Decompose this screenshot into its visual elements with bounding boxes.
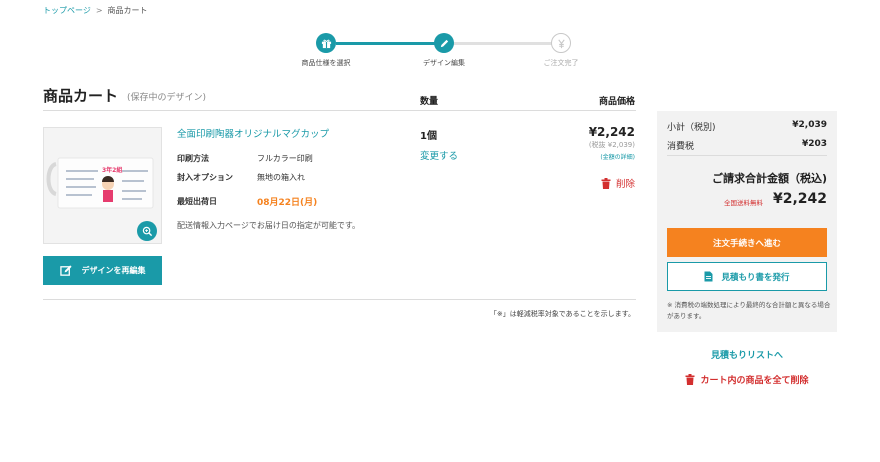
summary-divider (667, 155, 827, 156)
yen-icon (557, 39, 565, 48)
spec-value-print-method: フルカラー印刷 (257, 154, 313, 163)
checkout-button[interactable]: 注文手続きへ進む (667, 228, 827, 257)
re-edit-design-button[interactable]: デザインを再編集 (43, 256, 162, 285)
step-2-circle (434, 33, 454, 53)
step-1-label: 商品仕様を選択 (301, 59, 351, 67)
stepper-line-todo (444, 42, 561, 45)
step-3-label: ご注文完了 (543, 59, 579, 67)
free-shipping-label: 全国送料無料 (724, 199, 763, 207)
subtotal-label: 小計（税別) (667, 123, 716, 133)
product-name-link[interactable]: 全面印刷陶器オリジナルマグカップ (177, 126, 329, 140)
tax-value: ¥203 (801, 139, 827, 149)
page-title: 商品カート (43, 87, 119, 105)
edit-icon (59, 265, 72, 276)
item-price: ¥2,242 (588, 125, 635, 139)
delete-item-label: 削除 (615, 179, 635, 190)
spec-label-packaging: 封入オプション (177, 173, 233, 182)
spec-label-print-method: 印刷方法 (177, 154, 209, 163)
re-edit-design-label: デザインを再編集 (81, 266, 146, 275)
trash-icon (601, 177, 611, 189)
clear-cart-button[interactable]: カート内の商品を全て削除 (657, 373, 837, 386)
issue-estimate-label: 見積もり書を発行 (721, 272, 790, 283)
step-1-circle (316, 33, 336, 53)
change-quantity-link[interactable]: 変更する (420, 148, 458, 162)
total-heading: ご請求合計金額（税込) (711, 172, 827, 185)
delivery-note: 配送情報入力ページでお届け日の指定が可能です。 (177, 221, 361, 230)
trash-icon (685, 374, 695, 385)
total-amount: ¥2,242 (772, 191, 827, 207)
quantity-value: 1個 (420, 131, 437, 142)
document-icon (704, 271, 713, 282)
issue-estimate-button[interactable]: 見積もり書を発行 (667, 262, 827, 291)
spec-value-packaging: 無地の箱入れ (257, 173, 305, 182)
gift-icon (321, 39, 331, 48)
stepper-line-done (336, 42, 444, 45)
header-divider (43, 110, 636, 111)
spec-label-ship-date: 最短出荷日 (177, 197, 217, 206)
page-subtitle: (保存中のデザイン) (127, 93, 207, 103)
clear-cart-label: カート内の商品を全て削除 (700, 376, 809, 386)
rounding-note: ※ 消費税の端数処理により最終的な合計額と異なる場合があります。 (667, 301, 831, 320)
mug-print-text: 3年2組 (102, 166, 122, 174)
subtotal-value: ¥2,039 (792, 120, 827, 130)
estimate-list-link[interactable]: 見積もりリストへ (657, 348, 837, 361)
zoom-button[interactable] (137, 221, 157, 241)
price-detail-link[interactable]: (金額の詳細) (600, 152, 635, 161)
price-column-header: 商品価格 (598, 97, 635, 107)
reduced-tax-note: 「※」は軽減税率対象であることを示します。 (489, 310, 635, 318)
breadcrumb-current: 商品カート (107, 6, 148, 15)
breadcrumb-home-link[interactable]: トップページ (43, 6, 91, 15)
item-price-excl-tax: (税抜 ¥2,039) (588, 141, 635, 149)
breadcrumb: トップページ > 商品カート (43, 5, 148, 16)
step-2-label: デザイン編集 (423, 59, 465, 67)
spec-value-ship-date: 08月22日(月) (257, 198, 318, 208)
pencil-icon (440, 39, 448, 47)
step-3-circle (551, 33, 571, 53)
breadcrumb-separator: > (95, 6, 103, 15)
item-divider (43, 299, 636, 300)
tax-label: 消費税 (667, 142, 695, 152)
zoom-icon (142, 226, 152, 236)
delete-item-button[interactable]: 削除 (601, 176, 635, 190)
quantity-column-header: 数量 (420, 97, 439, 107)
